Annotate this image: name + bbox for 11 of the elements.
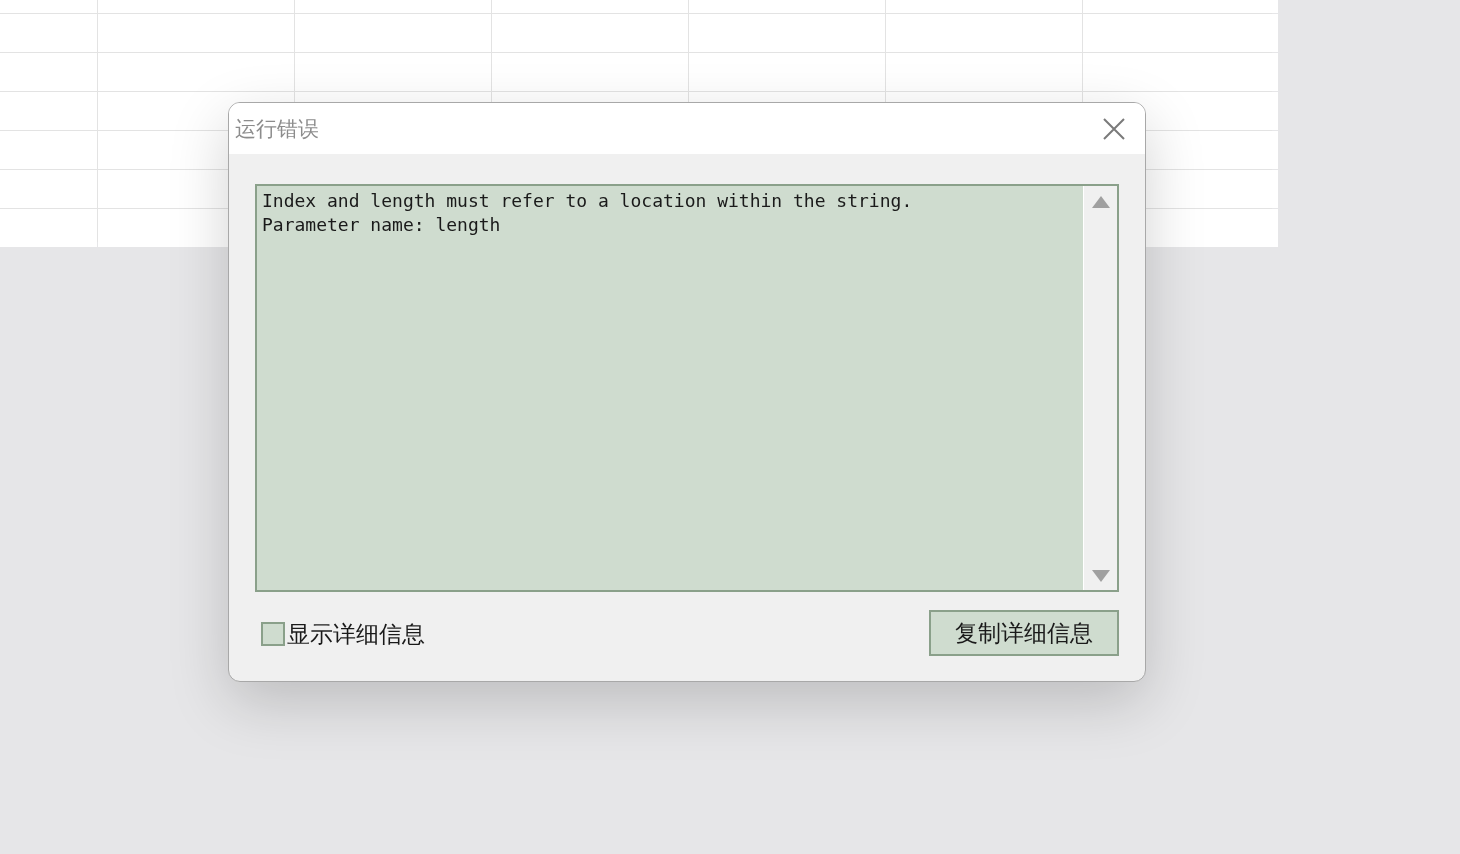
dialog-title: 运行错误 [235, 115, 319, 143]
copy-details-button[interactable]: 复制详细信息 [929, 610, 1119, 656]
close-button[interactable] [1101, 115, 1127, 142]
scroll-down-icon[interactable] [1091, 570, 1110, 582]
checkbox-label: 显示详细信息 [287, 619, 425, 649]
scrollbar[interactable] [1083, 186, 1117, 590]
close-icon [1102, 116, 1126, 141]
checkbox[interactable] [261, 622, 285, 646]
message-line: Parameter name: length [262, 213, 502, 237]
message-line: Index and length must refer to a location within the string. [262, 189, 914, 213]
message-box[interactable]: Index and length must refer to a location within the string. Parameter name: length [255, 184, 1119, 592]
